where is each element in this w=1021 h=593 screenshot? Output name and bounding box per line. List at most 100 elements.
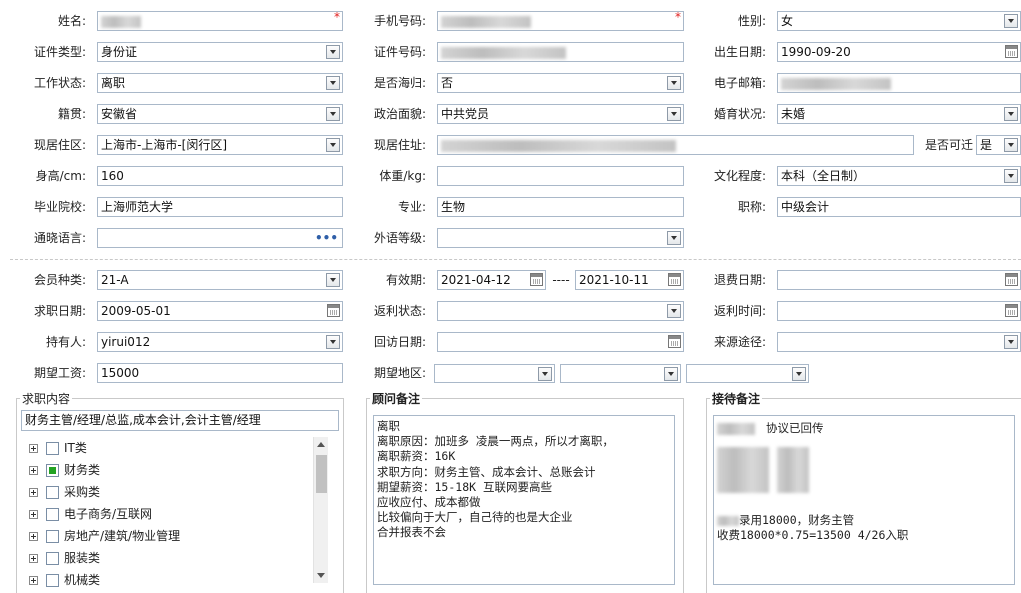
visit-date-field[interactable] [437, 332, 684, 352]
name-field[interactable]: * [97, 11, 343, 31]
expand-icon[interactable] [29, 576, 38, 585]
calendar-icon[interactable] [1005, 304, 1018, 317]
holder-select[interactable]: yirui012 [97, 332, 343, 352]
rebate-time-field[interactable] [777, 301, 1021, 321]
reception-notes-textarea[interactable]: 协议已回传 录用18000，财务主管 收费18000*0.75=13500 4/… [713, 415, 1015, 585]
weight-field[interactable] [437, 166, 684, 186]
chevron-down-icon[interactable] [326, 107, 340, 121]
languages-field[interactable]: ••• [97, 228, 343, 248]
member-type-select[interactable]: 21-A [97, 270, 343, 290]
chevron-down-icon[interactable] [538, 367, 552, 381]
email-field[interactable] [777, 73, 1021, 93]
chevron-down-icon[interactable] [667, 304, 681, 318]
chevron-down-icon[interactable] [1004, 335, 1018, 349]
redacted-name [717, 515, 739, 526]
valid-period-separator: ---- [552, 273, 570, 287]
foreign-level-select[interactable] [437, 228, 684, 248]
category-checkbox[interactable] [46, 442, 59, 455]
work-status-select[interactable]: 离职 [97, 73, 343, 93]
tree-scrollbar[interactable] [313, 437, 328, 583]
tree-item-purchasing[interactable]: 采购类 [29, 482, 100, 502]
category-checkbox[interactable] [46, 486, 59, 499]
refund-date-field[interactable] [777, 270, 1021, 290]
advisor-notes-textarea[interactable]: 离职 离职原因：加班多 凌晨一两点，所以才离职， 离职薪资：16K 求职方向：财… [373, 415, 675, 585]
id-number-label: 证件号码: [373, 45, 426, 59]
chevron-down-icon[interactable] [1004, 138, 1018, 152]
chevron-down-icon[interactable] [792, 367, 806, 381]
chevron-down-icon[interactable] [667, 76, 681, 90]
calendar-icon[interactable] [668, 335, 681, 348]
chevron-down-icon[interactable] [326, 273, 340, 287]
scroll-down-icon[interactable] [317, 573, 325, 578]
chevron-down-icon[interactable] [326, 76, 340, 90]
expand-icon[interactable] [29, 532, 38, 541]
marital-select[interactable]: 未婚 [777, 104, 1021, 124]
id-type-select[interactable]: 身份证 [97, 42, 343, 62]
id-number-field[interactable] [437, 42, 684, 62]
calendar-icon[interactable] [668, 273, 681, 286]
height-field[interactable]: 160 [97, 166, 343, 186]
expand-icon[interactable] [29, 488, 38, 497]
category-checkbox[interactable] [46, 552, 59, 565]
category-checkbox[interactable] [46, 508, 59, 521]
chevron-down-icon[interactable] [326, 138, 340, 152]
tree-item-machinery[interactable]: 机械类 [29, 570, 100, 590]
birth-date-field[interactable]: 1990-09-20 [777, 42, 1021, 62]
returnee-select[interactable]: 否 [437, 73, 684, 93]
chevron-down-icon[interactable] [1004, 169, 1018, 183]
phone-field[interactable]: * [437, 11, 684, 31]
chevron-down-icon[interactable] [667, 231, 681, 245]
tree-item-it[interactable]: IT类 [29, 438, 87, 458]
region-district-select[interactable] [686, 364, 809, 383]
region-province-select[interactable] [434, 364, 555, 383]
tree-item-realestate[interactable]: 房地产/建筑/物业管理 [29, 526, 180, 546]
category-checkbox[interactable] [46, 464, 59, 477]
tree-item-finance[interactable]: 财务类 [29, 460, 100, 480]
rebate-status-select[interactable] [437, 301, 684, 321]
calendar-icon[interactable] [1005, 45, 1018, 58]
valid-start-field[interactable]: 2021-04-12 [437, 270, 546, 290]
title-field[interactable]: 中级会计 [777, 197, 1021, 217]
chevron-down-icon[interactable] [1004, 107, 1018, 121]
native-place-label: 籍贯: [57, 107, 86, 121]
job-content-summary[interactable]: 财务主管/经理/总监,成本会计,会计主管/经理 [21, 410, 339, 431]
residence-area-select[interactable]: 上海市-上海市-[闵行区] [97, 135, 343, 155]
marital-label: 婚育状况: [713, 107, 766, 121]
major-field[interactable]: 生物 [437, 197, 684, 217]
expand-icon[interactable] [29, 554, 38, 563]
chevron-down-icon[interactable] [326, 45, 340, 59]
scroll-thumb[interactable] [316, 455, 327, 493]
job-seek-date-label: 求职日期: [33, 304, 86, 318]
category-checkbox[interactable] [46, 574, 59, 587]
more-icon[interactable]: ••• [315, 229, 338, 247]
chevron-down-icon[interactable] [1004, 14, 1018, 28]
native-place-select[interactable]: 安徽省 [97, 104, 343, 124]
member-type-label: 会员种类: [33, 273, 86, 287]
expand-icon[interactable] [29, 510, 38, 519]
expand-icon[interactable] [29, 466, 38, 475]
political-select[interactable]: 中共党员 [437, 104, 684, 124]
valid-end-field[interactable]: 2021-10-11 [575, 270, 684, 290]
tree-item-ecommerce[interactable]: 电子商务/互联网 [29, 504, 152, 524]
calendar-icon[interactable] [327, 304, 340, 317]
school-field[interactable]: 上海师范大学 [97, 197, 343, 217]
education-select[interactable]: 本科（全日制） [777, 166, 1021, 186]
relocatable-select[interactable]: 是 [976, 135, 1021, 155]
id-type-label: 证件类型: [33, 45, 86, 59]
job-seek-date-field[interactable]: 2009-05-01 [97, 301, 343, 321]
calendar-icon[interactable] [1005, 273, 1018, 286]
chevron-down-icon[interactable] [326, 335, 340, 349]
gender-select[interactable]: 女 [777, 11, 1021, 31]
expected-salary-field[interactable]: 15000 [97, 363, 343, 383]
calendar-icon[interactable] [530, 273, 543, 286]
chevron-down-icon[interactable] [664, 367, 678, 381]
chevron-down-icon[interactable] [667, 107, 681, 121]
category-checkbox[interactable] [46, 530, 59, 543]
tree-item-apparel[interactable]: 服装类 [29, 548, 100, 568]
region-city-select[interactable] [560, 364, 681, 383]
redacted-name [717, 422, 755, 435]
expand-icon[interactable] [29, 444, 38, 453]
source-select[interactable] [777, 332, 1021, 352]
residence-address-field[interactable] [437, 135, 914, 155]
scroll-up-icon[interactable] [317, 442, 325, 447]
